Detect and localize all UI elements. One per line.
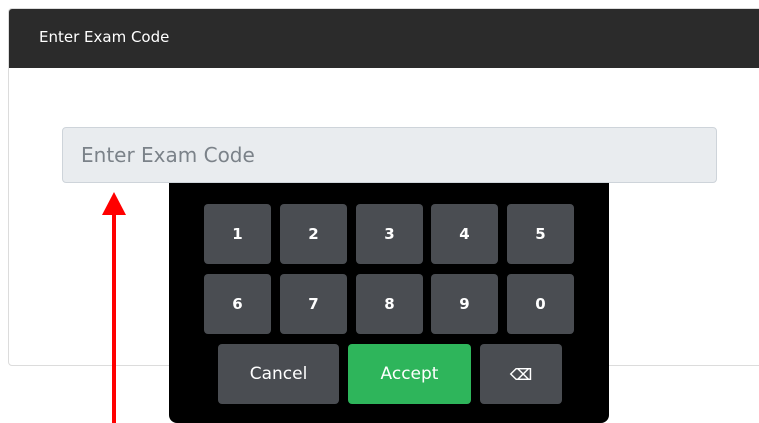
dialog-title: Enter Exam Code: [39, 28, 170, 46]
arrow-up-icon: [102, 192, 126, 423]
exam-code-input[interactable]: [62, 127, 717, 183]
key-1[interactable]: 1: [204, 204, 271, 264]
dialog-header: Enter Exam Code: [9, 9, 759, 68]
key-5[interactable]: 5: [507, 204, 574, 264]
key-8[interactable]: 8: [356, 274, 423, 334]
cancel-button[interactable]: Cancel: [218, 344, 339, 404]
page: Enter Exam Code 1 2 3 4 5 6 7 8 9 0 Canc…: [0, 0, 759, 423]
key-7[interactable]: 7: [280, 274, 347, 334]
accept-button[interactable]: Accept: [348, 344, 471, 404]
key-6[interactable]: 6: [204, 274, 271, 334]
backspace-icon[interactable]: ⌫: [480, 344, 562, 404]
key-9[interactable]: 9: [431, 274, 498, 334]
key-0[interactable]: 0: [507, 274, 574, 334]
key-2[interactable]: 2: [280, 204, 347, 264]
key-3[interactable]: 3: [356, 204, 423, 264]
key-4[interactable]: 4: [431, 204, 498, 264]
numeric-keypad: 1 2 3 4 5 6 7 8 9 0 Cancel Accept ⌫: [169, 183, 609, 423]
